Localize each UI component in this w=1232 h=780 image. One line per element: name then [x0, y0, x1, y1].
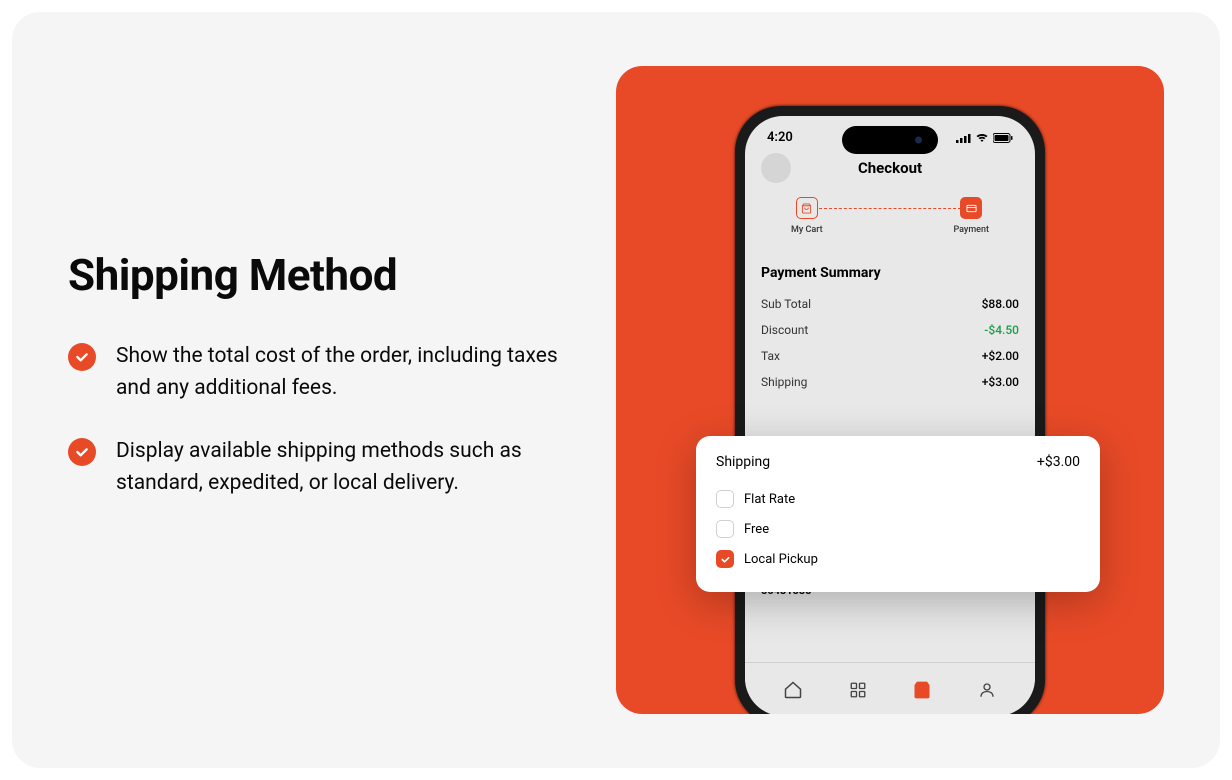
status-time: 4:20 — [767, 130, 793, 145]
screen-header: Checkout — [761, 151, 1019, 191]
summary-label: Tax — [761, 349, 780, 363]
step-label: Payment — [953, 225, 989, 235]
shipping-option-flat-rate[interactable]: Flat Rate — [716, 484, 1080, 514]
popover-title: Shipping — [716, 454, 770, 470]
summary-title: Payment Summary — [761, 251, 1019, 291]
check-icon — [68, 343, 96, 371]
home-icon — [783, 680, 803, 700]
summary-row-tax: Tax +$2.00 — [761, 343, 1019, 369]
battery-icon — [993, 133, 1013, 143]
dynamic-island — [842, 126, 938, 154]
checkout-stepper: My Cart Payment — [761, 191, 1019, 251]
shipping-option-free[interactable]: Free — [716, 514, 1080, 544]
page-title: Shipping Method — [68, 249, 560, 301]
bag-icon — [912, 680, 932, 700]
summary-value: -$4.50 — [984, 323, 1019, 337]
summary-value: $88.00 — [982, 297, 1019, 311]
summary-row-subtotal: Sub Total $88.00 — [761, 291, 1019, 317]
signal-icon — [956, 133, 971, 143]
summary-row-discount: Discount -$4.50 — [761, 317, 1019, 343]
summary-label: Sub Total — [761, 297, 811, 311]
bullet-item: Display available shipping methods such … — [68, 436, 560, 499]
shipping-option-local-pickup[interactable]: Local Pickup — [716, 544, 1080, 574]
checkbox-icon — [716, 520, 734, 538]
option-label: Flat Rate — [744, 492, 795, 507]
step-label: My Cart — [791, 225, 823, 235]
summary-label: Discount — [761, 323, 808, 337]
bottom-nav — [745, 662, 1035, 714]
screen-title: Checkout — [858, 159, 922, 177]
option-label: Local Pickup — [744, 552, 818, 567]
check-icon — [68, 438, 96, 466]
nav-grid[interactable] — [847, 679, 869, 701]
feature-card: Shipping Method Show the total cost of t… — [12, 12, 1220, 768]
phone-device: 4:20 Checkout — [735, 106, 1045, 714]
wifi-icon — [975, 133, 989, 143]
bag-icon — [796, 197, 818, 219]
nav-home[interactable] — [782, 679, 804, 701]
card-icon — [960, 197, 982, 219]
step-cart[interactable]: My Cart — [791, 197, 823, 235]
back-button[interactable] — [761, 153, 791, 183]
phone-mockup-frame: 4:20 Checkout — [616, 66, 1164, 714]
stepper-line — [819, 208, 961, 209]
user-icon — [978, 681, 996, 699]
phone-screen: 4:20 Checkout — [745, 116, 1035, 714]
summary-value: +$2.00 — [982, 349, 1019, 363]
checkbox-icon — [716, 550, 734, 568]
left-content: Shipping Method Show the total cost of t… — [68, 249, 560, 531]
grid-icon — [849, 681, 867, 699]
option-label: Free — [744, 522, 769, 537]
bullet-text: Display available shipping methods such … — [116, 436, 560, 499]
bullet-item: Show the total cost of the order, includ… — [68, 341, 560, 404]
summary-value: +$3.00 — [982, 375, 1019, 389]
shipping-popover: Shipping +$3.00 Flat Rate Free Local Pic… — [696, 436, 1100, 592]
checkbox-icon — [716, 490, 734, 508]
summary-label: Shipping — [761, 375, 807, 389]
popover-amount: +$3.00 — [1037, 454, 1080, 470]
nav-bag[interactable] — [911, 679, 933, 701]
bullet-text: Show the total cost of the order, includ… — [116, 341, 560, 404]
status-indicators — [956, 133, 1013, 143]
summary-row-shipping: Shipping +$3.00 — [761, 369, 1019, 395]
step-payment[interactable]: Payment — [953, 197, 989, 235]
nav-profile[interactable] — [976, 679, 998, 701]
